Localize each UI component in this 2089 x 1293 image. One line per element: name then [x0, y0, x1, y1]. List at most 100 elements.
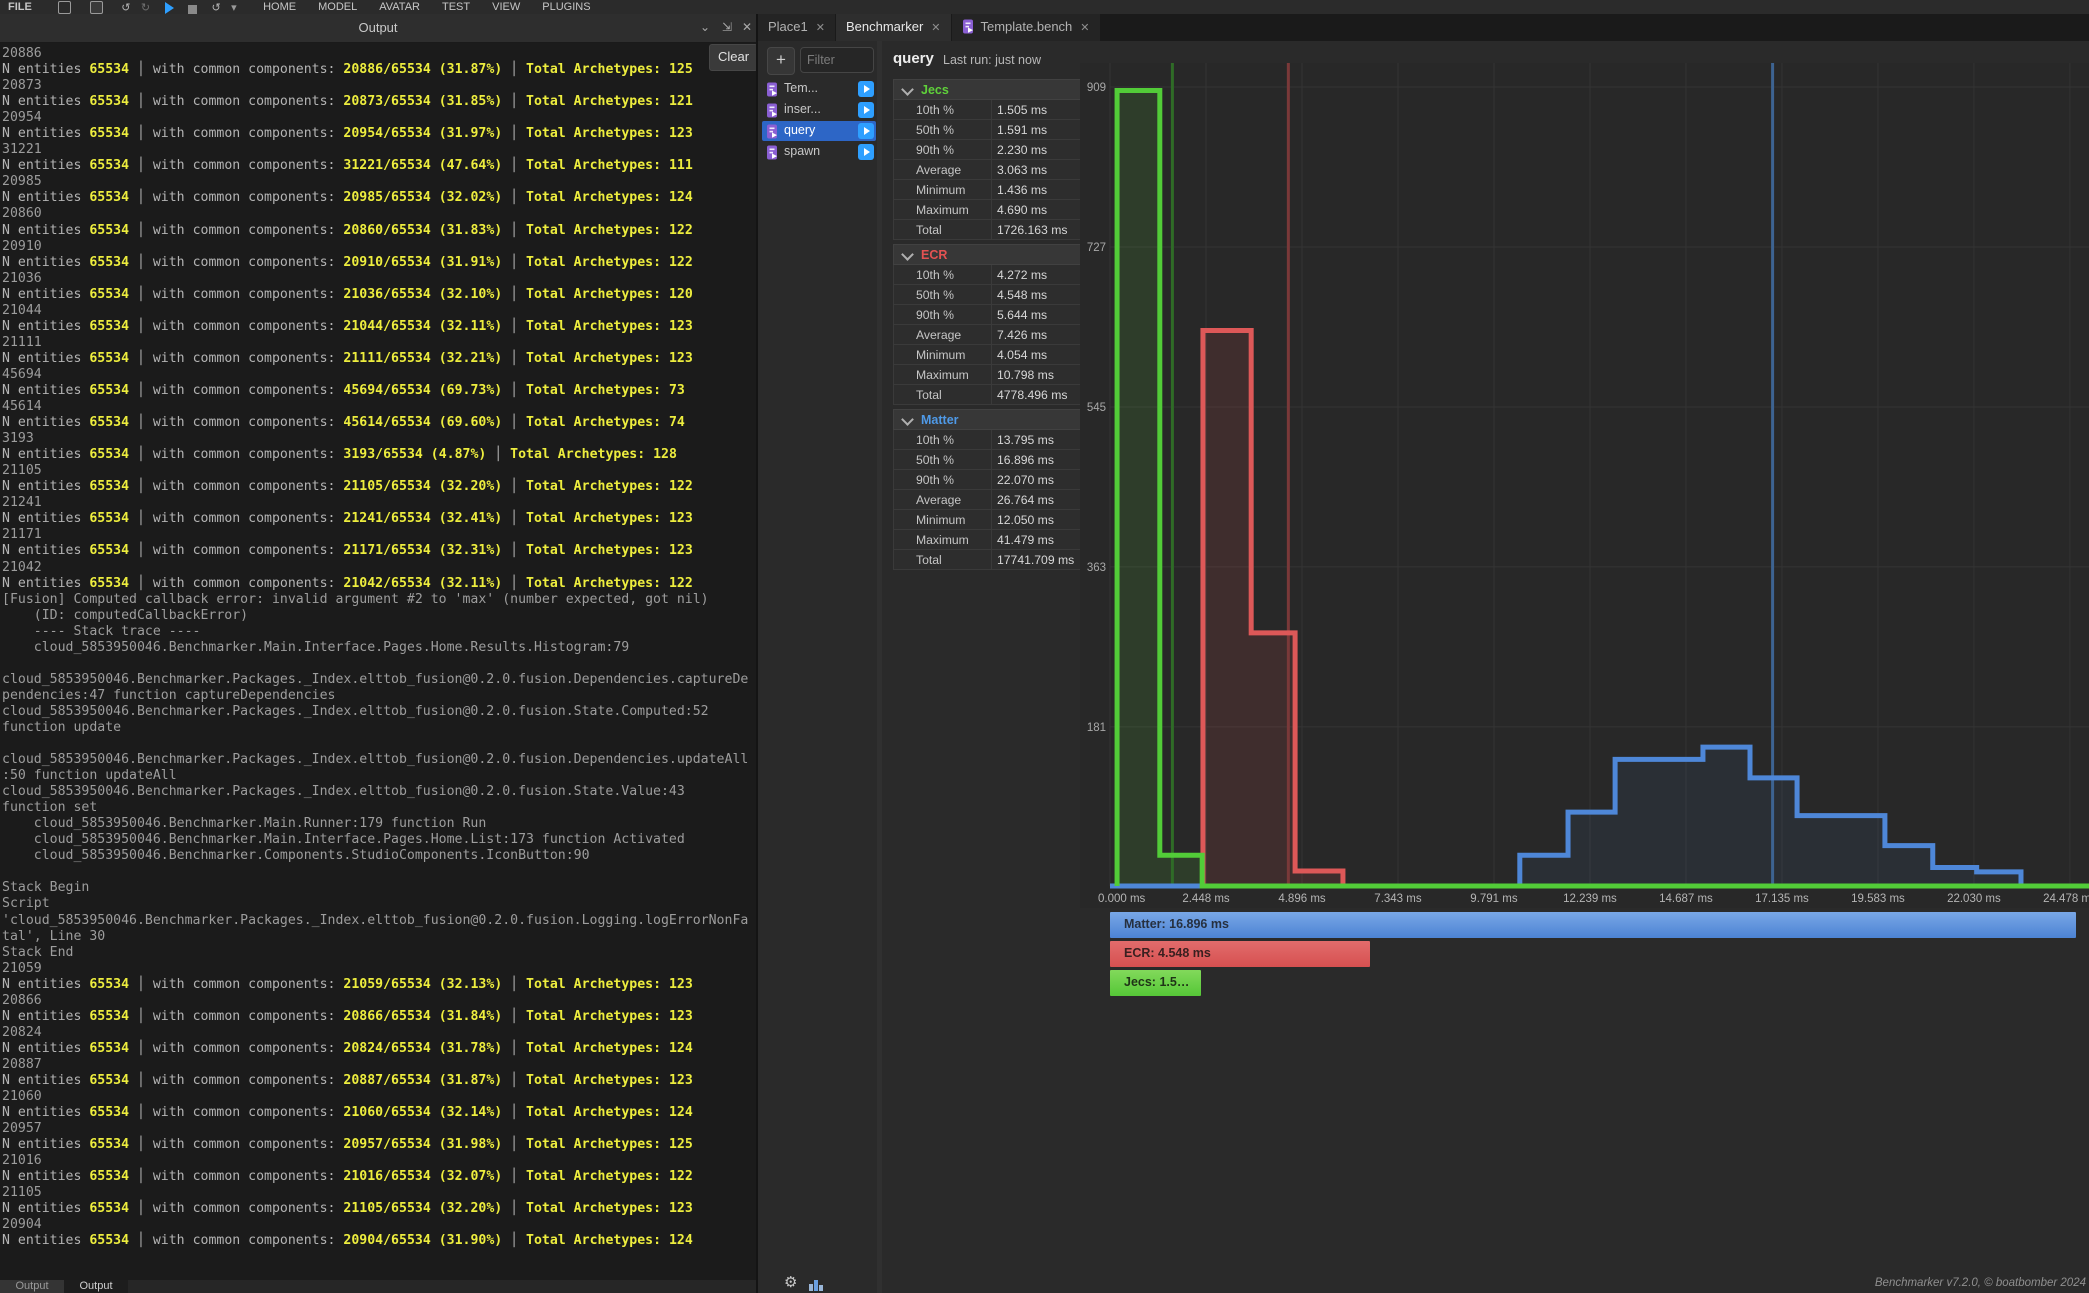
toolbar-menus: HOME MODEL AVATAR TEST VIEW PLUGINS	[241, 1, 590, 14]
stat-label: 10th %	[916, 103, 954, 117]
sidebar-splitter[interactable]	[877, 41, 882, 1293]
stats-row: 90th %22.070 ms	[893, 470, 1090, 490]
log-line: N entities 65534 │ with common component…	[2, 977, 748, 993]
tab-close-icon[interactable]: ✕	[1080, 22, 1089, 34]
output-tab-1[interactable]: Output	[64, 1280, 128, 1293]
stats-row: Minimum 12.050 ms	[893, 510, 1090, 530]
panel-close-icon[interactable]: ✕	[742, 21, 752, 34]
clear-button[interactable]: Clear	[709, 44, 758, 71]
output-tab-0[interactable]: Output	[0, 1280, 64, 1293]
stat-label: 90th %	[916, 143, 954, 157]
log-line: 20866	[2, 993, 748, 1009]
add-benchmark-button[interactable]: +	[767, 47, 795, 75]
run-benchmark-button[interactable]	[858, 144, 874, 160]
tab-label: Template.bench	[981, 19, 1073, 34]
log-line: Script	[2, 896, 748, 912]
log-line: N entities 65534 │ with common component…	[2, 415, 748, 431]
stat-label: Minimum	[916, 513, 965, 527]
log-line: 20954	[2, 110, 748, 126]
redo-icon[interactable]: ↻	[141, 0, 150, 14]
menu-view[interactable]: VIEW	[492, 0, 520, 13]
benchmark-item-query[interactable]: query	[762, 121, 876, 141]
x-axis-tick: 12.239 ms	[1563, 893, 1617, 905]
stats-section-header-matter[interactable]: Matter	[893, 409, 1090, 430]
log-line: N entities 65534 │ with common component…	[2, 1105, 748, 1121]
play-icon[interactable]	[165, 2, 174, 14]
log-line: tal', Line 30	[2, 929, 748, 945]
log-line: 21059	[2, 961, 748, 977]
stats-row: Total1726.163 ms	[893, 220, 1090, 240]
log-line: N entities 65534 │ with common component…	[2, 1169, 748, 1185]
output-console[interactable]: 20886N entities 65534 │ with common comp…	[0, 43, 756, 1280]
benchmark-item-label: query	[784, 123, 815, 137]
script-icon	[766, 82, 779, 97]
menu-avatar[interactable]: AVATAR	[379, 0, 420, 13]
log-line: pendencies:47 function captureDependenci…	[2, 688, 748, 704]
menu-model[interactable]: MODEL	[318, 0, 357, 13]
menu-plugins[interactable]: PLUGINS	[542, 0, 590, 13]
stat-value: 2.230 ms	[997, 143, 1047, 157]
benchmark-item-label: inser...	[784, 102, 821, 116]
stat-value: 22.070 ms	[997, 473, 1054, 487]
log-line: N entities 65534 │ with common component…	[2, 447, 748, 463]
chevron-down-icon	[901, 248, 914, 261]
tab-place1[interactable]: Place1✕	[758, 14, 836, 41]
view-toggle-icon[interactable]	[808, 1276, 824, 1292]
log-line: 21241	[2, 495, 748, 511]
log-line: 20910	[2, 239, 748, 255]
output-bottom-tabs: OutputOutput	[0, 1280, 756, 1293]
legend-bar-label: ECR: 4.548 ms	[1124, 946, 1211, 960]
file-menu[interactable]: FILE	[8, 0, 32, 13]
panel-chevron-down-icon[interactable]: ⌄	[700, 21, 710, 34]
stats-row: Average3.063 ms	[893, 160, 1090, 180]
script-icon	[766, 103, 779, 118]
loop-icon[interactable]: ↺	[211, 0, 220, 14]
menu-home[interactable]: HOME	[263, 0, 296, 13]
log-line: N entities 65534 │ with common component…	[2, 1137, 748, 1153]
paste-icon[interactable]	[90, 1, 103, 14]
panel-dock-icon[interactable]: ⇲	[722, 21, 732, 34]
run-benchmark-button[interactable]	[858, 123, 874, 139]
clipboard-icon[interactable]	[58, 1, 71, 14]
benchmark-item-spawn[interactable]: spawn	[762, 142, 876, 162]
run-benchmark-button[interactable]	[858, 81, 874, 97]
log-line: 21044	[2, 303, 748, 319]
stat-value: 12.050 ms	[997, 513, 1054, 527]
benchmark-item-Tem[interactable]: Tem...	[762, 79, 876, 99]
stat-label: Average	[916, 163, 961, 177]
log-line: 20904	[2, 1217, 748, 1233]
filter-input[interactable]	[800, 47, 874, 73]
undo-icon[interactable]: ↺	[121, 0, 130, 14]
stats-row: Average26.764 ms	[893, 490, 1090, 510]
benchmark-item-label: Tem...	[784, 81, 818, 95]
stats-section-header-jecs[interactable]: Jecs	[893, 79, 1090, 100]
tab-template-bench[interactable]: Template.bench ✕	[952, 14, 1101, 41]
y-axis-tick: 909	[1087, 82, 1106, 94]
stat-label: 50th %	[916, 288, 954, 302]
tab-close-icon[interactable]: ✕	[816, 22, 825, 34]
run-benchmark-button[interactable]	[858, 102, 874, 118]
log-line: N entities 65534 │ with common component…	[2, 190, 748, 206]
stats-row: 50th %16.896 ms	[893, 450, 1090, 470]
settings-gear-icon[interactable]: ⚙	[784, 1274, 802, 1292]
stats-row: 10th %13.795 ms	[893, 430, 1090, 450]
chart-legend: Matter: 16.896 msECR: 4.548 msJecs: 1.59…	[1110, 912, 2076, 999]
stats-section-header-ecr[interactable]: ECR	[893, 244, 1090, 265]
stats-section-title: Jecs	[921, 83, 949, 97]
tab-close-icon[interactable]: ✕	[931, 22, 940, 34]
stat-value: 4778.496 ms	[997, 388, 1067, 402]
output-panel-title: Output	[0, 14, 756, 41]
x-axis-tick: 2.448 ms	[1182, 893, 1230, 905]
tab-benchmarker[interactable]: Benchmarker✕	[836, 14, 952, 41]
stat-label: Total	[916, 553, 942, 567]
stats-row: 50th %1.591 ms	[893, 120, 1090, 140]
dropdown-caret-icon[interactable]: ▾	[231, 0, 237, 14]
benchmark-item-inser[interactable]: inser...	[762, 100, 876, 120]
stats-row: 90th % 2.230 ms	[893, 140, 1090, 160]
menu-test[interactable]: TEST	[442, 0, 470, 13]
stop-icon[interactable]	[188, 5, 197, 14]
stats-row: Minimum1.436 ms	[893, 180, 1090, 200]
log-line: N entities 65534 │ with common component…	[2, 126, 748, 142]
x-axis-tick: 4.896 ms	[1278, 893, 1326, 905]
stats-row: 90th %5.644 ms	[893, 305, 1090, 325]
